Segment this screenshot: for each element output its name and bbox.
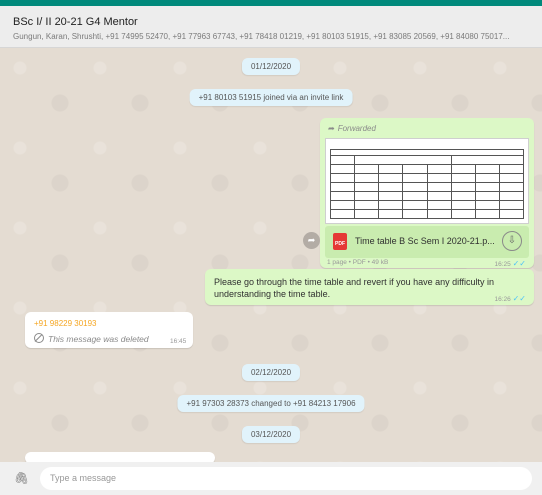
document-attachment[interactable]: PDF Time table B Sc Sem I 2020-21.p... ⇩ — [325, 226, 529, 258]
read-tick-icon: ✓✓ — [512, 259, 526, 268]
system-message-joined: +91 80103 51915 joined via an invite lin… — [189, 89, 353, 106]
message-input[interactable]: Type a message — [40, 467, 532, 490]
share-icon[interactable]: ➦ — [303, 232, 320, 249]
deleted-message[interactable]: +91 98229 30193 This message was deleted… — [25, 312, 193, 348]
download-icon[interactable]: ⇩ — [502, 231, 522, 251]
pdf-icon: PDF — [333, 233, 347, 250]
date-separator: 01/12/2020 — [241, 58, 301, 75]
forwarded-text: Forwarded — [337, 124, 376, 133]
deleted-time: 16:45 — [170, 338, 187, 345]
document-name: Time table B Sc Sem I 2020-21.p... — [355, 236, 495, 246]
deleted-icon — [34, 333, 44, 343]
message-text: Please go through the time table and rev… — [214, 277, 495, 299]
document-time: 16:25 — [494, 261, 511, 268]
text-time: 16:26 — [494, 296, 511, 303]
deleted-text: This message was deleted — [34, 333, 149, 344]
date-separator: 02/12/2020 — [241, 364, 301, 381]
read-tick-icon: ✓✓ — [512, 294, 526, 303]
forward-icon: ➦ — [328, 124, 335, 133]
forwarded-label: ➦ Forwarded — [328, 124, 376, 133]
document-message[interactable]: ➦ Forwarded PDF Time table B Sc Sem I 202… — [320, 118, 534, 268]
text-message[interactable]: Please go through the time table and rev… — [205, 269, 534, 305]
sender-name: +91 98229 30193 — [34, 319, 97, 328]
document-meta: 1 page • PDF • 49 kB — [327, 259, 389, 266]
document-preview[interactable] — [325, 138, 529, 224]
group-title: BSc I/ II 20-21 G4 Mentor — [13, 16, 138, 28]
chat-header[interactable]: BSc I/ II 20-21 G4 Mentor Gungun, Karan,… — [0, 6, 542, 48]
chat-panel[interactable]: 01/12/2020 +91 80103 51915 joined via an… — [0, 48, 542, 462]
system-message-changed: +91 97303 28373 changed to +91 84213 179… — [177, 395, 365, 412]
message-time: 16:26 ✓✓ — [495, 294, 527, 303]
composer-bar: 🖇 Type a message — [0, 462, 542, 495]
group-members: Gungun, Karan, Shrushti, +91 74995 52470… — [13, 32, 510, 41]
date-separator: 03/12/2020 — [241, 426, 301, 443]
deleted-label: This message was deleted — [48, 334, 149, 344]
attach-icon[interactable]: 🖇 — [14, 471, 29, 485]
message-time: 16:25 ✓✓ — [495, 259, 527, 268]
timetable-thumbnail — [329, 149, 525, 219]
incoming-message-partial[interactable] — [25, 452, 215, 462]
